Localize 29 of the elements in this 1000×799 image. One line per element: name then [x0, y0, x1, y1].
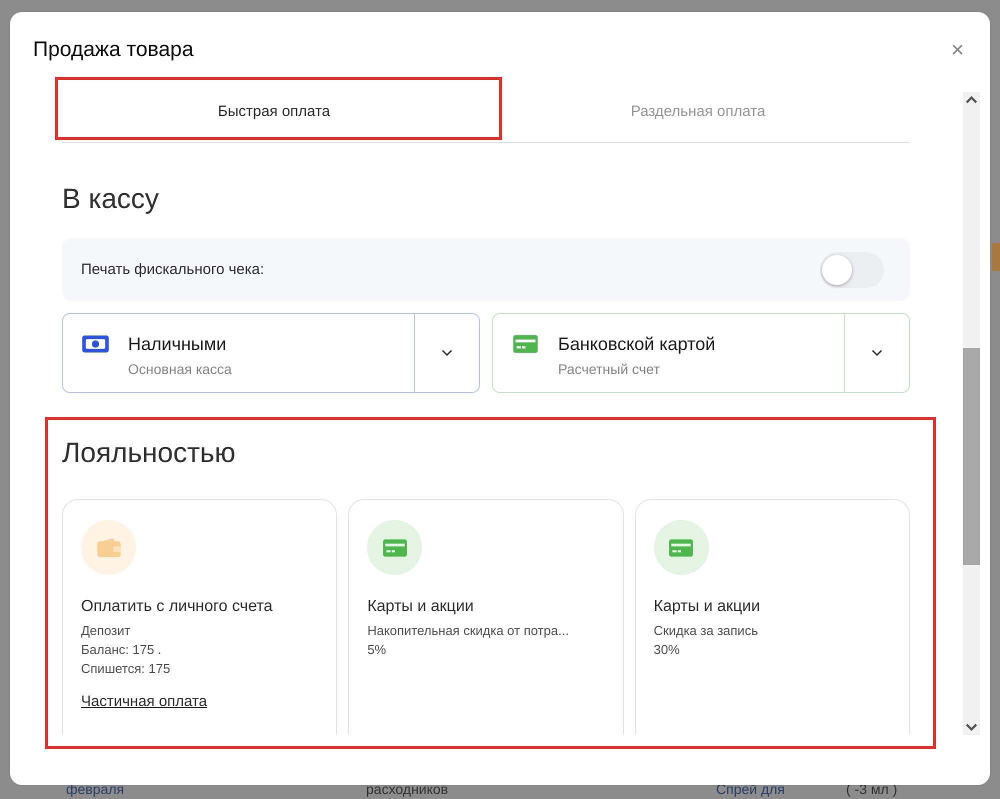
loyalty-card[interactable]: Карты и акции Скидка за запись 30% — [634, 499, 910, 735]
background-text: Спрей для — [716, 781, 786, 797]
dialog-title: Продажа товара — [33, 38, 194, 62]
card-detail: Скидка за запись — [654, 622, 759, 640]
section-heading: Лояльностью — [62, 437, 236, 470]
card-title: Карты и акции — [367, 598, 475, 616]
background-text: расходников — [366, 781, 450, 797]
loyalty-card[interactable]: Оплатить с личного счета Депозит Баланс: 175 . Спишется: 175 Частичная оплата — [62, 499, 338, 735]
card-title: Карты и акции — [654, 598, 762, 616]
method-account: Расчетный счет — [558, 361, 661, 377]
card-detail: Спишется: 175 — [81, 660, 172, 678]
card-detail: Баланс: 175 . — [81, 641, 162, 659]
method-name: Наличными — [128, 334, 228, 355]
tab[interactable]: Быстрая оплата — [62, 80, 486, 142]
fiscal-label: Печать фискального чека: — [81, 261, 264, 278]
card-title: Оплатить с личного счета — [81, 598, 274, 616]
section-heading: В кассу — [62, 183, 160, 216]
background-text: февраля — [66, 781, 126, 797]
loyalty-card[interactable]: Карты и акции Накопительная скидка от потра... 5% — [348, 499, 624, 735]
card-detail: 5% — [367, 641, 388, 659]
method-name: Банковской картой — [558, 334, 716, 355]
card-detail: Накопительная скидка от потра... — [367, 622, 570, 640]
card-detail: Депозит — [81, 622, 132, 640]
method-account: Основная касса — [128, 361, 232, 377]
payment-method[interactable]: Наличными Основная касса — [62, 313, 480, 393]
close-button[interactable]: × — [947, 39, 968, 61]
card-detail: 30% — [654, 641, 681, 659]
payment-method[interactable]: Банковской картой Расчетный счет — [492, 313, 910, 393]
partial-payment-link[interactable]: Частичная оплата — [81, 693, 208, 710]
